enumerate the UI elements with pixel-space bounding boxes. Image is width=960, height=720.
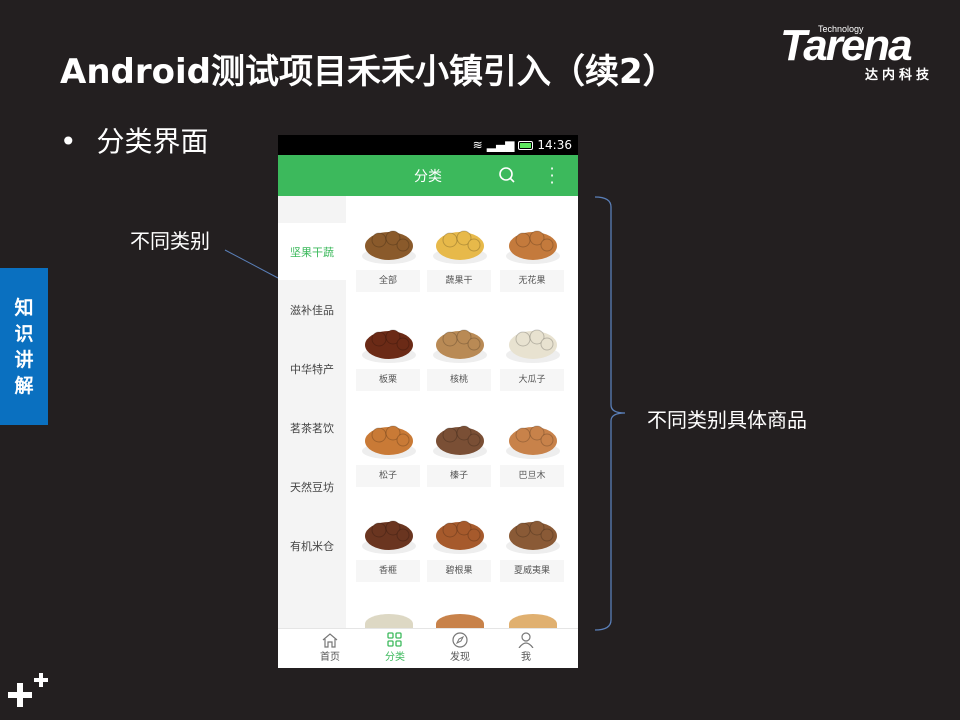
signal-icon: ▂▄▆: [486, 138, 515, 152]
product-image: [433, 329, 487, 363]
product-label: 香榧: [356, 560, 420, 582]
battery-icon: [518, 140, 534, 150]
product-item[interactable]: 核桃: [424, 307, 496, 397]
category-item[interactable]: 有机米仓: [278, 516, 346, 575]
product-item[interactable]: 松子: [353, 403, 425, 493]
product-label: 板栗: [356, 369, 420, 391]
grid-icon: [387, 632, 402, 647]
product-label: 无花果: [500, 270, 564, 292]
clock: 14:36: [537, 138, 572, 152]
product-item[interactable]: 蔬果干: [424, 208, 496, 298]
category-item[interactable]: 中华特产: [278, 339, 346, 398]
pointer-line: [224, 249, 279, 279]
product-image: [433, 425, 487, 459]
product-item[interactable]: 碧根果: [424, 498, 496, 588]
product-label: 松子: [356, 465, 420, 487]
product-label: 大瓜子: [500, 369, 564, 391]
nav-label: 我: [521, 652, 531, 663]
nav-label: 发现: [450, 652, 470, 663]
product-item[interactable]: 榛子: [424, 403, 496, 493]
phone-screenshot: ≋ ▂▄▆ 14:36 分类 · · · 坚果干蔬 滋补佳品 中华特产 茗茶茗饮 天…: [278, 135, 578, 668]
product-grid: 全部 蔬果干 无花果板栗 核桃 大瓜子松子 榛子 巴旦木香榧 碧根果 夏威夷果: [346, 196, 578, 634]
right-brace: [594, 196, 626, 631]
product-image: [506, 230, 560, 264]
header-title: 分类: [414, 169, 442, 185]
product-image: [362, 520, 416, 554]
nav-label: 首页: [320, 652, 340, 663]
plus-logo-icon: [8, 673, 48, 707]
home-icon: [322, 633, 338, 648]
product-item[interactable]: 大瓜子: [497, 307, 569, 397]
product-label: 榛子: [427, 465, 491, 487]
app-header: 分类 · · ·: [278, 155, 578, 196]
nav-category[interactable]: 分类: [375, 629, 415, 663]
product-label: 夏威夷果: [500, 560, 564, 582]
bottom-nav: 首页 分类 发现 我: [278, 628, 578, 668]
category-sidebar: 坚果干蔬 滋补佳品 中华特产 茗茶茗饮 天然豆坊 有机米仓: [278, 196, 346, 628]
product-label: 核桃: [427, 369, 491, 391]
user-icon: [518, 632, 534, 648]
product-image: [506, 329, 560, 363]
category-item[interactable]: 坚果干蔬: [278, 223, 346, 280]
product-image: [506, 425, 560, 459]
nav-label: 分类: [385, 652, 405, 663]
product-item[interactable]: 巴旦木: [497, 403, 569, 493]
product-item[interactable]: 夏威夷果: [497, 498, 569, 588]
product-item[interactable]: 无花果: [497, 208, 569, 298]
more-icon[interactable]: · · ·: [548, 161, 556, 191]
product-label: 全部: [356, 270, 420, 292]
product-label: 碧根果: [427, 560, 491, 582]
product-image: [362, 230, 416, 264]
product-image: [362, 329, 416, 363]
product-image: [506, 520, 560, 554]
status-bar: ≋ ▂▄▆ 14:36: [278, 135, 578, 155]
search-icon[interactable]: [498, 166, 516, 184]
product-image: [433, 520, 487, 554]
category-item[interactable]: 滋补佳品: [278, 280, 346, 339]
product-label: 巴旦木: [500, 465, 564, 487]
compass-icon: [452, 632, 468, 648]
wifi-icon: ≋: [472, 138, 483, 152]
product-item[interactable]: 板栗: [353, 307, 425, 397]
category-item[interactable]: 茗茶茗饮: [278, 398, 346, 457]
product-image: [362, 425, 416, 459]
category-item[interactable]: 天然豆坊: [278, 457, 346, 516]
product-image: [433, 230, 487, 264]
nav-home[interactable]: 首页: [310, 629, 350, 663]
product-item[interactable]: 香榧: [353, 498, 425, 588]
product-label: 蔬果干: [427, 270, 491, 292]
nav-discover[interactable]: 发现: [440, 629, 480, 663]
nav-me[interactable]: 我: [506, 629, 546, 663]
product-item[interactable]: 全部: [353, 208, 425, 298]
